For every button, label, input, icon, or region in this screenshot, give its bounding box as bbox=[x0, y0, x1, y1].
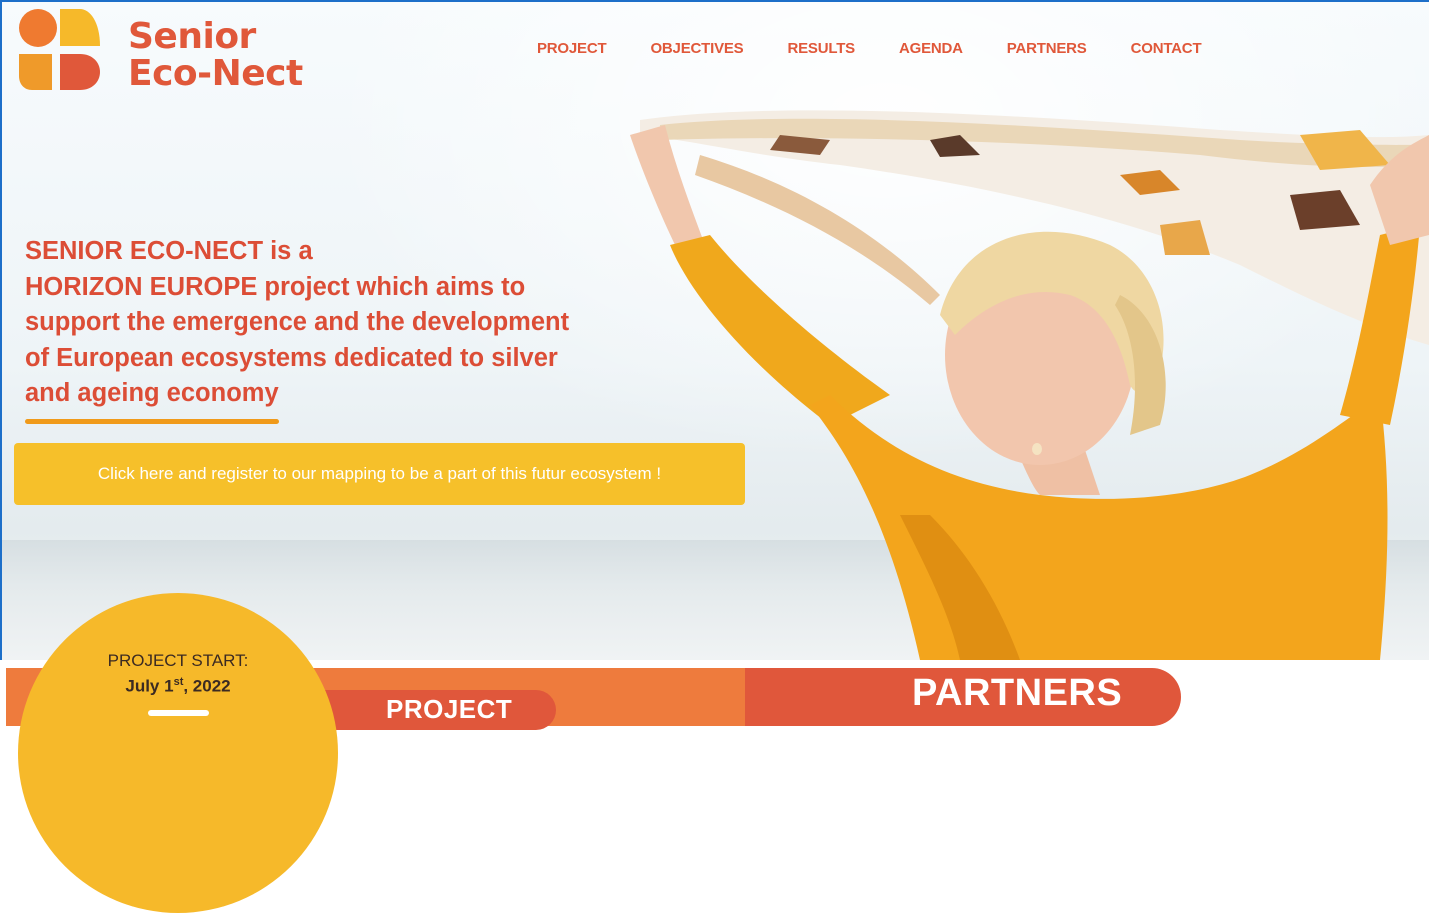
main-nav: PROJECT OBJECTIVES RESULTS AGENDA PARTNE… bbox=[537, 40, 1245, 60]
headline-underline bbox=[25, 419, 279, 424]
start-date-year: , 2022 bbox=[183, 676, 231, 696]
window-frame-left bbox=[0, 0, 2, 726]
project-start-label: PROJECT START: bbox=[107, 651, 249, 670]
hero-headline: SENIOR ECO-NECT is a HORIZON EUROPE proj… bbox=[25, 234, 665, 412]
headline-line: of European ecosystems dedicated to silv… bbox=[25, 343, 558, 372]
nav-item-results[interactable]: RESULTS bbox=[787, 40, 855, 60]
headline-line: SENIOR ECO-NECT is a bbox=[25, 237, 313, 265]
hero-photo bbox=[630, 110, 1429, 660]
nav-item-project[interactable]: PROJECT bbox=[537, 40, 607, 60]
project-start-circle bbox=[18, 593, 338, 913]
nav-item-partners[interactable]: PARTNERS bbox=[1007, 40, 1087, 60]
brand-logo[interactable]: Senior Eco-Nect bbox=[18, 8, 318, 98]
brand-name: Senior Eco-Nect bbox=[128, 18, 303, 92]
logo-mark-icon bbox=[19, 9, 100, 90]
project-section-label[interactable]: PROJECT bbox=[386, 694, 512, 725]
partners-section-label-wrap: PARTNERS bbox=[745, 672, 1301, 715]
register-mapping-button[interactable]: Click here and register to our mapping t… bbox=[14, 443, 745, 505]
start-date-suffix: st bbox=[173, 676, 184, 688]
headline-line: HORIZON EUROPE project which aims to bbox=[25, 272, 526, 301]
start-date-day: July 1 bbox=[125, 676, 174, 696]
nav-item-objectives[interactable]: OBJECTIVES bbox=[650, 40, 743, 60]
project-start-divider bbox=[148, 710, 209, 716]
brand-name-line2: Eco-Nect bbox=[128, 53, 303, 94]
nav-item-contact[interactable]: CONTACT bbox=[1131, 40, 1202, 60]
partners-section-label[interactable]: PARTNERS bbox=[745, 672, 1301, 715]
project-start-date: July 1st, 2022 bbox=[18, 676, 338, 697]
headline-line: and ageing economy bbox=[25, 379, 279, 407]
headline-line: support the emergence and the developmen… bbox=[25, 308, 570, 336]
window-frame-top bbox=[0, 0, 1429, 2]
nav-item-agenda[interactable]: AGENDA bbox=[899, 40, 963, 60]
brand-name-line1: Senior bbox=[128, 16, 256, 57]
